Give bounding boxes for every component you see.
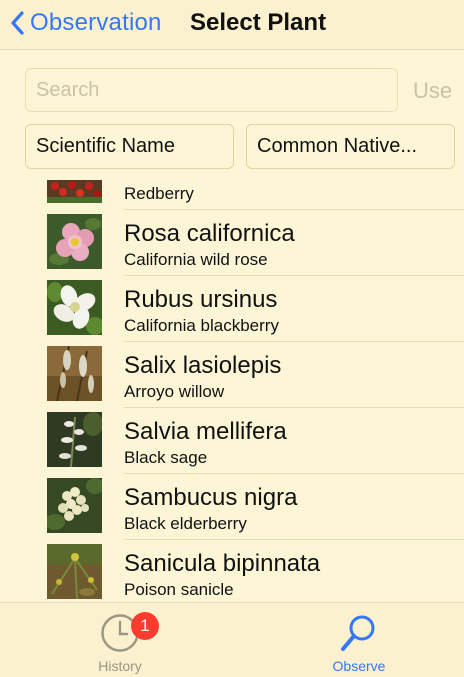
search-input[interactable] <box>25 68 398 112</box>
list-item[interactable]: Salvia mellifera Black sage <box>0 408 464 474</box>
plant-scientific-name: Salvia mellifera <box>124 418 287 445</box>
back-button[interactable]: Observation <box>10 6 162 40</box>
tab-observe-label: Observe <box>332 658 386 674</box>
plant-common-name: Arroyo willow <box>124 382 225 401</box>
plant-common-name: Redberry <box>124 184 194 203</box>
elderberry-flower-photo <box>47 478 102 533</box>
plant-common-name: Poison sanicle <box>124 580 234 599</box>
back-button-label: Observation <box>30 9 162 36</box>
willow-catkin-photo <box>47 346 102 401</box>
plant-scientific-name: Rosa californica <box>124 220 295 247</box>
tab-observe[interactable]: Observe <box>299 603 419 677</box>
page-title: Select Plant <box>190 9 327 36</box>
list-item[interactable]: Rubus ursinus California blackberry <box>0 276 464 342</box>
chevron-left-icon <box>11 11 24 35</box>
use-button[interactable]: Use <box>413 78 452 104</box>
plant-common-name: Black elderberry <box>124 514 247 533</box>
plant-scientific-name: Salix lasiolepis <box>124 352 282 379</box>
tab-history-label: History <box>98 658 142 674</box>
sanicle-photo <box>47 544 102 599</box>
list-item[interactable]: Sambucus nigra Black elderberry <box>0 474 464 540</box>
plant-scientific-name: Rubus ursinus <box>124 286 278 313</box>
list-item[interactable]: Rosa californica California wild rose <box>0 210 464 276</box>
notification-badge: 1 <box>131 612 159 640</box>
magnifier-icon <box>341 615 375 651</box>
tab-history[interactable]: 1 History <box>60 603 180 677</box>
plant-scientific-name: Sanicula bipinnata <box>124 550 321 577</box>
tab-bar: 1 History Observe <box>0 602 464 677</box>
white-flower-photo <box>47 280 102 335</box>
plant-common-name: California blackberry <box>124 316 279 335</box>
navigation-bar: Observation Select Plant <box>0 0 464 50</box>
plant-list[interactable]: Redberry Rosa californica California wil… <box>0 180 464 601</box>
list-item[interactable]: Salix lasiolepis Arroyo willow <box>0 342 464 408</box>
sort-scientific-name-button[interactable]: Scientific Name <box>25 124 234 169</box>
plant-common-name: California wild rose <box>124 250 268 269</box>
plant-scientific-name: Sambucus nigra <box>124 484 298 511</box>
sort-common-name-button[interactable]: Common Native... <box>246 124 455 169</box>
sage-flower-photo <box>47 412 102 467</box>
plant-common-name: Black sage <box>124 448 208 467</box>
list-item[interactable]: Sanicula bipinnata Poison sanicle <box>0 540 464 601</box>
red-berry-photo <box>47 180 102 203</box>
list-item[interactable]: Redberry <box>0 180 464 210</box>
pink-rose-photo <box>47 214 102 269</box>
